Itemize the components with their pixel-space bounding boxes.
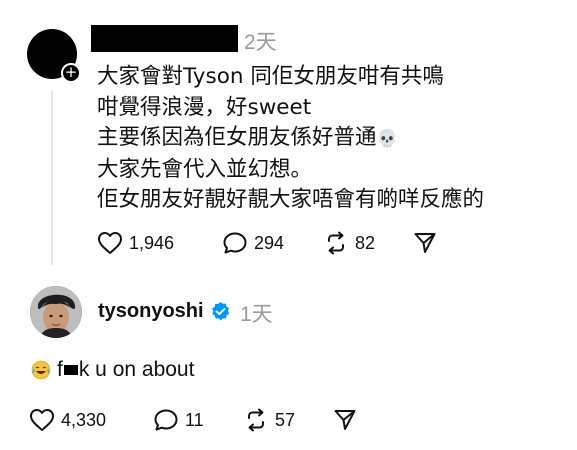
reply-timestamp: 1天 bbox=[240, 303, 273, 326]
comment-bubble-icon bbox=[223, 232, 247, 254]
reply-share-button[interactable] bbox=[333, 408, 357, 432]
face-with-tears-of-joy-icon bbox=[31, 360, 51, 380]
reply-author-avatar[interactable] bbox=[30, 286, 82, 338]
verified-badge-icon bbox=[212, 301, 230, 321]
reply-repost-count: 57 bbox=[275, 409, 296, 430]
follow-plus-icon[interactable]: + bbox=[61, 63, 81, 83]
post-share-button[interactable] bbox=[413, 231, 437, 255]
post-comment-count: 294 bbox=[254, 232, 285, 253]
post-like-count: 1,946 bbox=[129, 232, 175, 253]
send-icon bbox=[414, 233, 436, 253]
post-text: 大家會對Tyson 同佢女朋友咁有共鳴 咁覺得浪漫，好sweet 主要係因為佢女… bbox=[97, 62, 557, 216]
post-line-3-text: 主要係因為佢女朋友係好普通 bbox=[97, 125, 377, 150]
post-line-4: 大家先會代入並幻想。 bbox=[97, 156, 313, 182]
censor-bar bbox=[63, 365, 78, 375]
reply-comment-button[interactable]: 11 bbox=[153, 408, 204, 432]
post-line-3: 主要係因為佢女朋友係好普通💀 bbox=[97, 123, 557, 155]
reply-text-start: f bbox=[57, 358, 63, 381]
comment-bubble-icon bbox=[154, 409, 178, 431]
post-line-2: 咁覺得浪漫，好sweet bbox=[97, 94, 312, 120]
reply-text: f k u on about bbox=[31, 358, 194, 382]
avatar-photo-icon bbox=[30, 286, 82, 338]
heart-icon bbox=[30, 409, 54, 431]
send-icon bbox=[334, 410, 356, 430]
post-repost-count: 82 bbox=[355, 232, 376, 253]
repost-icon bbox=[328, 231, 344, 255]
reply-comment-count: 11 bbox=[185, 409, 204, 430]
post-line-5: 佢女朋友好靚好靚大家唔會有啲咩反應的 bbox=[97, 187, 485, 212]
redacted-username bbox=[91, 25, 238, 52]
reply-like-count: 4,330 bbox=[61, 409, 107, 430]
reply-like-button[interactable]: 4,330 bbox=[29, 408, 106, 432]
thread-connector-line bbox=[51, 90, 53, 265]
reply-text-end: k u on about bbox=[78, 358, 195, 381]
reply-repost-button[interactable]: 57 bbox=[243, 408, 295, 432]
post-repost-button[interactable]: 82 bbox=[323, 231, 375, 255]
post-line-1: 大家會對Tyson 同佢女朋友咁有共鳴 bbox=[97, 64, 444, 89]
skull-emoji-icon: 💀 bbox=[376, 129, 398, 149]
heart-icon bbox=[98, 232, 122, 254]
post-comment-button[interactable]: 294 bbox=[222, 231, 284, 255]
post-like-button[interactable]: 1,946 bbox=[97, 231, 174, 255]
reply-username[interactable]: tysonyoshi bbox=[98, 300, 204, 323]
post-timestamp: 2天 bbox=[244, 31, 277, 54]
repost-icon bbox=[248, 408, 264, 432]
